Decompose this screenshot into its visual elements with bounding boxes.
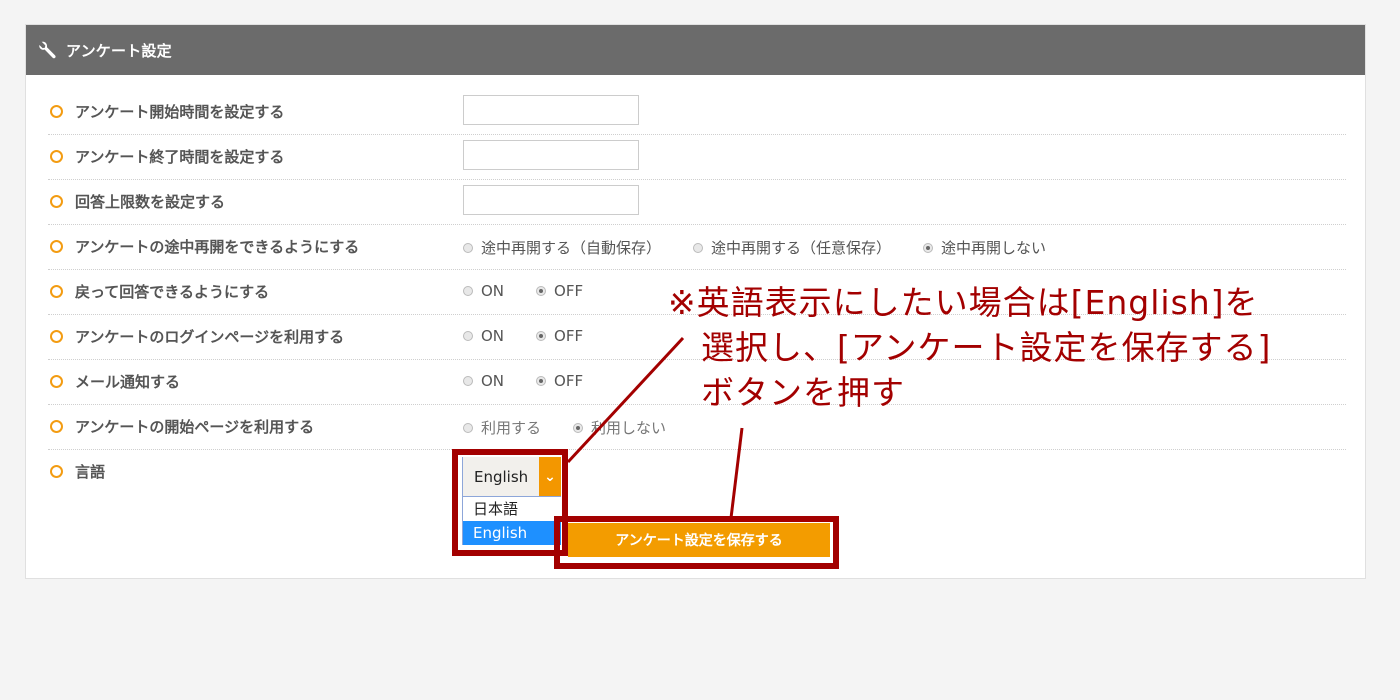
annotation-line: ※英語表示にしたい場合は[English]を	[668, 283, 1259, 322]
annotation-line: ボタンを押す	[701, 373, 905, 412]
annotation-line: 選択し、[アンケート設定を保存する]	[701, 328, 1272, 367]
callout-line-select	[566, 336, 685, 464]
instruction-annotation: ※英語表示にしたい場合は[English]を 選択し、[アンケート設定を保存する…	[668, 280, 1271, 415]
callout-line-button	[729, 427, 744, 519]
